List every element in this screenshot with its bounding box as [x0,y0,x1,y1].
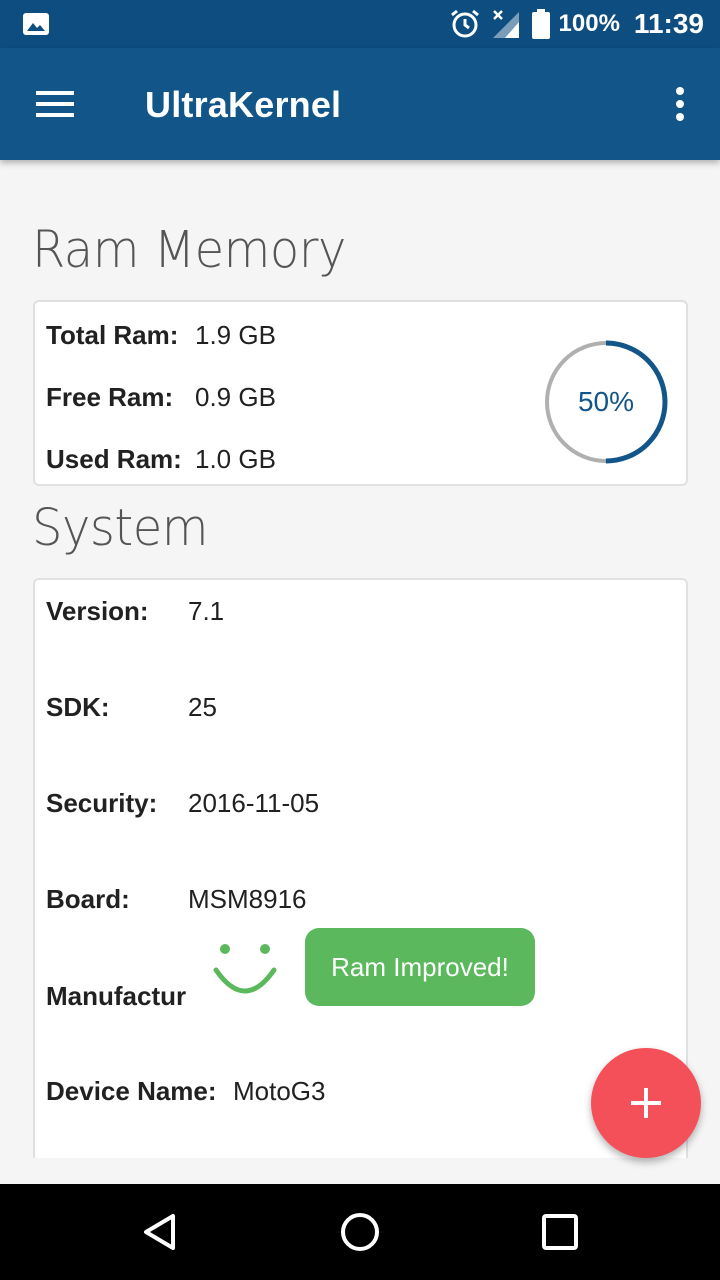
ram-usage-gauge: 50% [543,339,669,465]
version-label: Version: [46,596,149,626]
board-value: MSM8916 [188,884,307,914]
smile-icon [213,944,277,994]
battery-icon [531,9,550,39]
used-ram-value: 1.0 GB [195,444,276,474]
menu-icon [36,91,74,117]
manufacturer-label: Manufactur [46,981,187,1011]
alarm-icon [450,9,479,38]
device-name-value: MotoG3 [233,1076,326,1106]
recents-icon [542,1214,578,1250]
gallery-icon [23,13,49,35]
status-bar: 100% 11:39 [0,0,720,48]
overflow-menu-button[interactable] [660,76,700,132]
gauge-percent-text: 50% [577,386,635,417]
back-button[interactable] [130,1202,190,1262]
status-icons: 100% 11:39 [449,0,704,48]
device-name-label: Device Name: [46,1076,217,1106]
clock: 11:39 [633,8,704,39]
manufacturer-row: Manufactur [46,981,186,1012]
board-label: Board: [46,884,130,914]
sdk-label: SDK: [46,692,110,722]
app-title: UltraKernel [145,84,342,125]
app-toolbar: UltraKernel [0,48,720,160]
version-value: 7.1 [188,596,225,626]
sdk-value: 25 [188,692,217,722]
menu-button[interactable] [20,76,92,132]
total-ram-value: 1.9 GB [195,320,276,350]
toast-message: Ram Improved! [305,928,535,1006]
home-button[interactable] [330,1202,390,1262]
used-ram-row: Used Ram: 1.0 GB [46,444,276,475]
device-name-row: Device Name: MotoG3 [46,1076,326,1107]
security-value: 2016-11-05 [188,788,320,818]
battery-percent: 100% [558,10,620,37]
home-icon [341,1213,379,1251]
back-icon [144,1214,175,1250]
free-ram-value: 0.9 GB [195,382,276,412]
security-label: Security: [46,788,158,818]
overflow-icon [676,87,684,121]
total-ram-label: Total Ram: [46,320,179,350]
board-row: Board: MSM8916 [46,884,307,915]
system-card: Version: 7.1 SDK: 25 Security: 2016-11-0… [33,578,688,1158]
plus-icon [631,1088,661,1118]
ram-card: Total Ram: 1.9 GB Free Ram: 0.9 GB Used … [33,300,688,486]
system-section-title: System [32,498,209,558]
signal-icon [492,10,519,38]
recents-button[interactable] [530,1202,590,1262]
toast-smile-badge [208,940,284,1002]
sdk-row: SDK: 25 [46,692,217,723]
security-row: Security: 2016-11-05 [46,788,319,819]
free-ram-row: Free Ram: 0.9 GB [46,382,276,413]
version-row: Version: 7.1 [46,596,224,627]
used-ram-label: Used Ram: [46,444,182,474]
add-fab-button[interactable] [591,1048,701,1158]
free-ram-label: Free Ram: [46,382,174,412]
total-ram-row: Total Ram: 1.9 GB [46,320,276,351]
system-nav-bar [0,1184,720,1280]
ram-section-title: Ram Memory [32,220,346,280]
